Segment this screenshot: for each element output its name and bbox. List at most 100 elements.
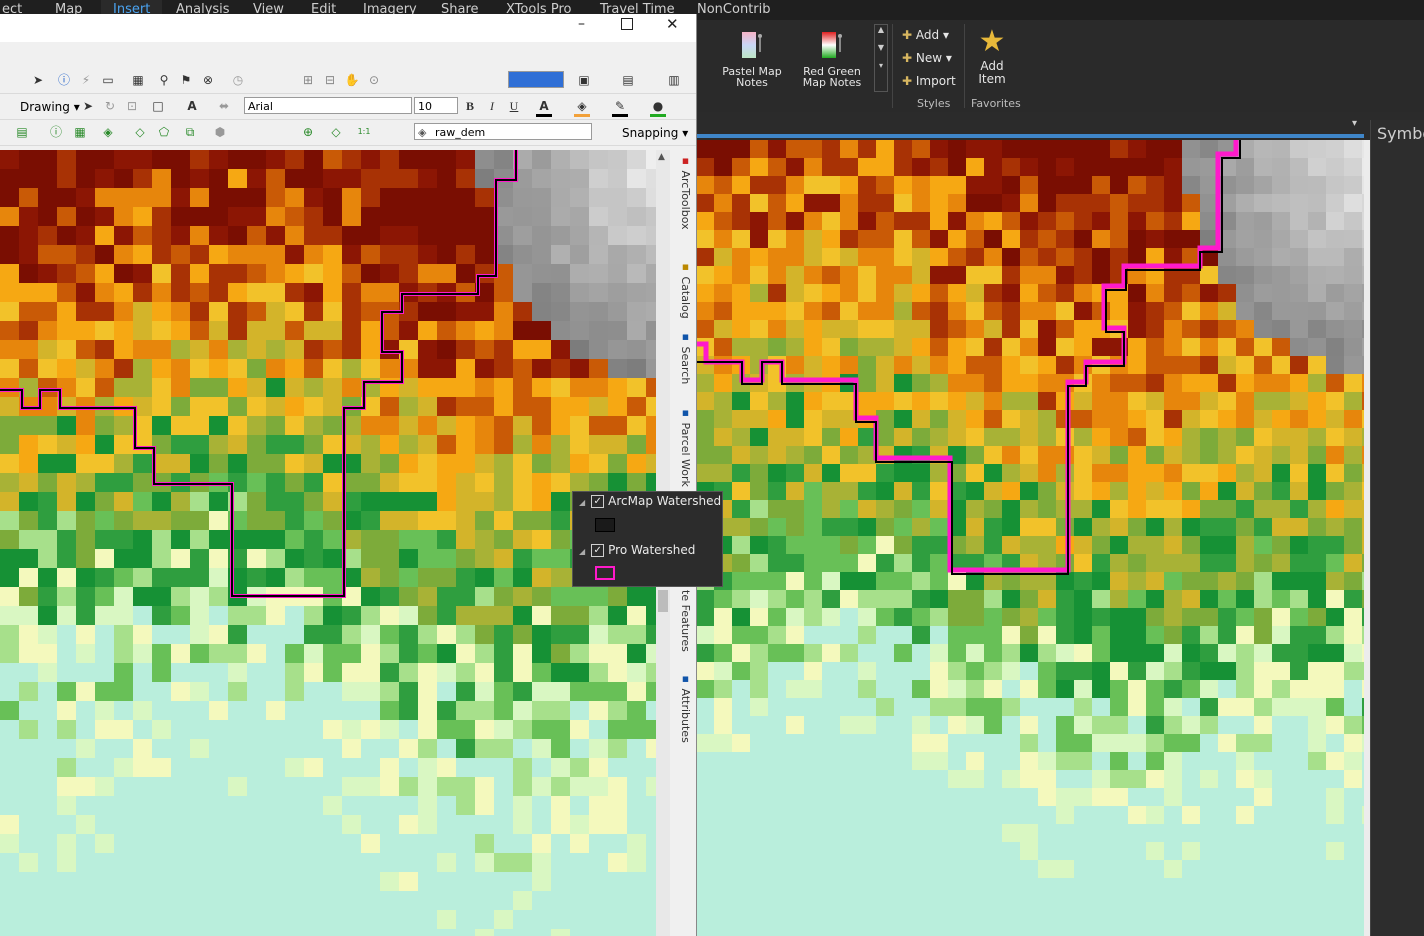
minimize-button[interactable]: – <box>578 16 585 32</box>
dem-cell <box>804 140 822 158</box>
identify-icon[interactable]: ⓘ <box>56 72 72 88</box>
zoom-whole-page-icon[interactable]: ⊡ <box>124 98 140 114</box>
dock-tab-attributes[interactable]: ▪ Attributes <box>676 672 692 743</box>
dem-cell <box>627 207 646 226</box>
dem-cell <box>1272 428 1290 446</box>
time-slider-icon[interactable]: ◷ <box>230 72 246 88</box>
dock-tab-create-features[interactable]: te Features <box>676 590 692 652</box>
dem-cell <box>399 207 418 226</box>
vertex-icon[interactable]: ◇ <box>328 124 344 140</box>
bold-button[interactable]: B <box>462 98 478 114</box>
font-size-combo[interactable]: 10 <box>414 97 458 114</box>
dock-tab-parcel-work[interactable]: ▪ Parcel Work <box>676 406 692 487</box>
tag-icon[interactable]: ◇ <box>132 124 148 140</box>
drawing-menu[interactable]: Drawing ▾ <box>20 100 80 114</box>
legend-item-arcmap-watershed[interactable]: ◢ ✓ ArcMap Watershed <box>579 492 721 510</box>
maximize-button[interactable] <box>621 18 633 30</box>
dock-tab-arctoolbox[interactable]: ▪ ArcToolbox <box>676 154 692 230</box>
snapping-menu[interactable]: Snapping ▾ <box>622 126 688 140</box>
copy-icon[interactable]: ⧉ <box>182 124 198 140</box>
dem-cell <box>840 158 858 176</box>
dem-cell <box>1056 410 1074 428</box>
new-text-icon[interactable]: A <box>184 98 200 114</box>
dem-cell <box>804 662 822 680</box>
edit-vertices-icon[interactable]: ⬌ <box>216 98 232 114</box>
dem-cell <box>551 758 570 777</box>
dem-cell <box>76 758 95 777</box>
dem-cell <box>76 454 95 473</box>
dem-cell <box>646 245 656 264</box>
hyperlink-icon[interactable]: ⚡ <box>78 72 94 88</box>
marker-color-icon[interactable]: ● <box>650 98 666 117</box>
dem-cell <box>732 446 750 464</box>
import-style-button[interactable]: ✚ Import <box>902 74 956 88</box>
dem-cell <box>930 284 948 302</box>
pro-map-view[interactable] <box>696 140 1364 936</box>
select-elements-icon[interactable]: ➤ <box>30 72 46 88</box>
dem-cell <box>1092 392 1110 410</box>
arcmap-map-view[interactable] <box>0 150 656 936</box>
layer-icon[interactable]: ◈ <box>100 124 116 140</box>
polygon-icon[interactable]: ⬠ <box>156 124 172 140</box>
zoom-out-fixed-icon[interactable]: ⊟ <box>322 72 338 88</box>
collapse-arrow-icon[interactable]: ◢ <box>579 498 585 507</box>
dem-cell <box>266 321 285 340</box>
add-data-icon[interactable]: ⊕ <box>300 124 316 140</box>
editor-icon[interactable]: ▤ <box>14 124 30 140</box>
italic-button[interactable]: I <box>484 98 500 114</box>
measure-icon[interactable]: ▦ <box>130 72 146 88</box>
add-style-button[interactable]: ✚ Add ▾ <box>902 28 949 42</box>
dem-cell <box>1056 482 1074 500</box>
catalog-window-icon[interactable]: ▤ <box>620 72 636 88</box>
close-button[interactable]: ✕ <box>666 15 679 33</box>
dem-cell <box>171 891 190 910</box>
dem-cell <box>551 511 570 530</box>
fill-color-icon[interactable]: ◈ <box>574 98 590 117</box>
dem-cell <box>247 226 266 245</box>
dem-cell <box>437 226 456 245</box>
scroll-up-icon[interactable]: ▲ <box>658 152 665 162</box>
dem-cell <box>627 625 646 644</box>
layout-view-icon[interactable]: ▣ <box>576 72 592 88</box>
underline-button[interactable]: U <box>506 98 522 114</box>
dock-tab-catalog[interactable]: ▪ Catalog <box>676 260 692 319</box>
find-route-icon[interactable]: ⚑ <box>178 72 194 88</box>
map-scale-combo[interactable] <box>508 71 564 88</box>
scroll-thumb[interactable] <box>658 590 668 612</box>
dock-tab-search[interactable]: ▪ Search <box>676 330 692 384</box>
rectangle-icon[interactable]: □ <box>150 98 166 114</box>
find-icon[interactable]: ⚲ <box>156 72 172 88</box>
dem-cell <box>190 910 209 929</box>
zoom-in-fixed-icon[interactable]: ⊞ <box>300 72 316 88</box>
dem-cell <box>822 392 840 410</box>
dem-cell <box>38 473 57 492</box>
dem-cell <box>513 473 532 492</box>
line-color-icon[interactable]: ✎ <box>612 98 628 117</box>
font-color-icon[interactable]: A <box>536 98 552 117</box>
ruler-icon[interactable]: 1:1 <box>356 124 372 140</box>
new-style-button[interactable]: ✚ New ▾ <box>902 51 952 65</box>
red-green-map-notes-button[interactable]: Red Green Map Notes <box>800 28 864 88</box>
pastel-map-notes-button[interactable]: Pastel Map Notes <box>720 28 784 88</box>
toolbox-icon[interactable]: ▥ <box>666 72 682 88</box>
disabled-tool-icon[interactable]: ⬢ <box>212 124 228 140</box>
full-extent-icon[interactable]: ⊙ <box>366 72 382 88</box>
rotate-icon[interactable]: ↻ <box>102 98 118 114</box>
view-menu-icon[interactable]: ▾ <box>1352 118 1357 129</box>
tab-noncontrib[interactable]: NonContrib <box>697 0 771 20</box>
font-name-combo[interactable]: Arial <box>244 97 412 114</box>
add-item-button[interactable]: ★ Add Item <box>970 26 1014 86</box>
arcmap-watershed-checkbox[interactable]: ✓ <box>591 495 605 508</box>
collapse-arrow-icon-2[interactable]: ◢ <box>579 547 585 556</box>
pan-icon[interactable]: ✋ <box>344 72 360 88</box>
go-to-xy-icon[interactable]: ⊗ <box>200 72 216 88</box>
table-icon[interactable]: ▦ <box>72 124 88 140</box>
info-icon[interactable]: ⓘ <box>48 124 64 140</box>
gallery-scroll[interactable]: ▲ ▼ ▾ <box>874 24 888 92</box>
legend-item-pro-watershed[interactable]: ◢ ✓ Pro Watershed <box>579 541 695 559</box>
pro-watershed-checkbox[interactable]: ✓ <box>591 544 605 557</box>
select-elements-icon-2[interactable]: ➤ <box>80 98 96 114</box>
raster-layer-combo[interactable]: ◈ raw_dem <box>414 123 592 140</box>
dem-cell <box>732 716 750 734</box>
html-popup-icon[interactable]: ▭ <box>100 72 116 88</box>
